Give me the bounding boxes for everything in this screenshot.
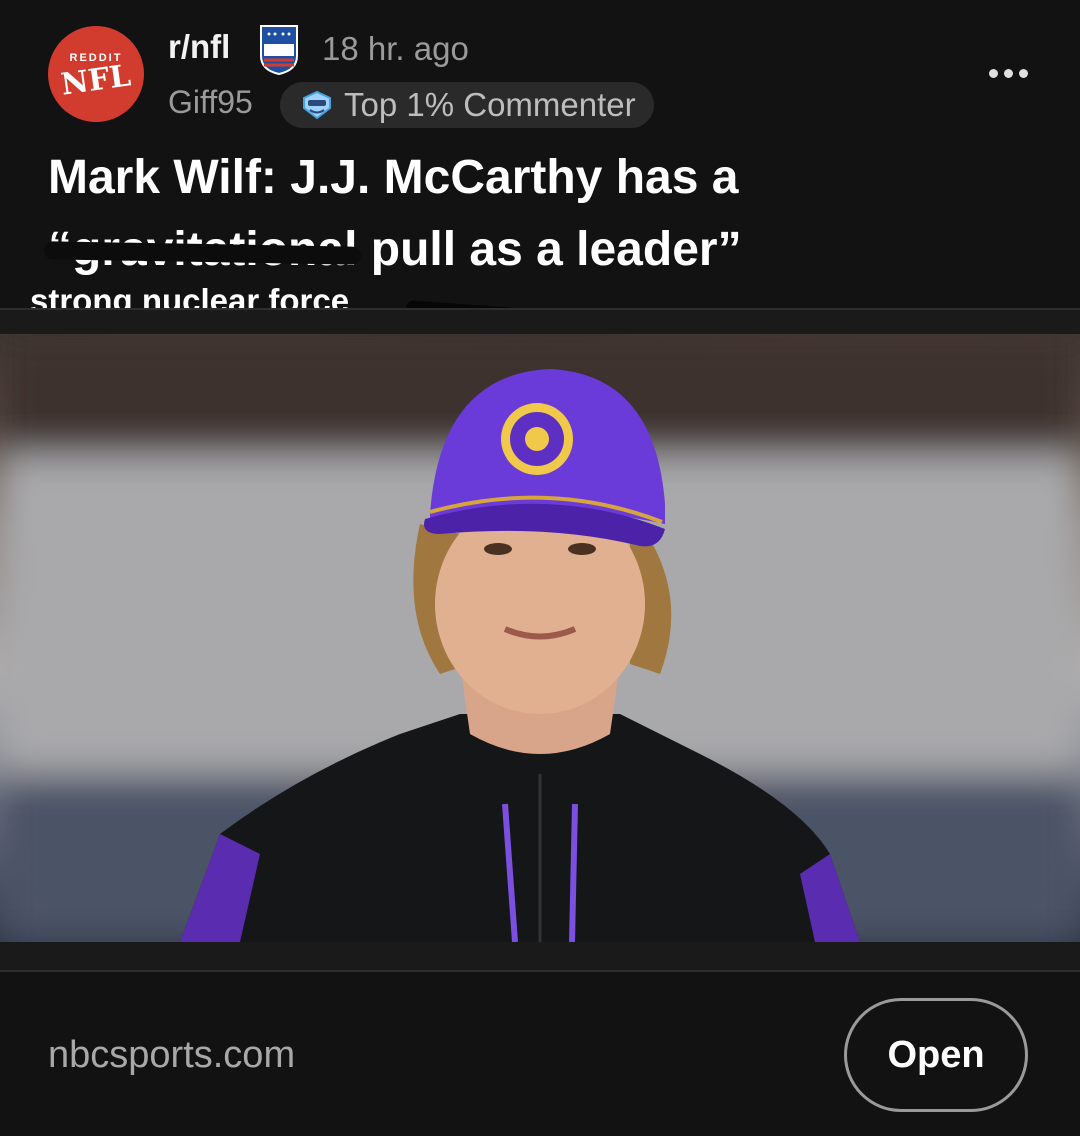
post-image[interactable] [0, 334, 1080, 942]
more-options-button[interactable] [978, 58, 1038, 88]
title-line-1: Mark Wilf: J.J. McCarthy has a [48, 151, 739, 204]
more-dot [1018, 68, 1028, 78]
nfl-shield-icon [260, 25, 298, 76]
player-photo [0, 334, 1080, 942]
commenter-badge-icon [303, 90, 331, 120]
subreddit-name[interactable]: r/nfl [168, 28, 230, 66]
title-line-2: “gravitational pull as a leader” [43, 214, 1008, 286]
more-dots-icon [988, 68, 998, 78]
post-title[interactable]: Mark Wilf: J.J. McCarthy has a “gravitat… [43, 142, 1008, 286]
avatar-big-text: NFL [58, 57, 133, 103]
author-username[interactable]: Giff95 [168, 84, 253, 121]
flair-label: Top 1% Commenter [344, 86, 636, 123]
title-rest: pull as a leader” [357, 223, 742, 276]
post-time: 18 hr. ago [322, 30, 469, 67]
open-link-button[interactable]: Open [844, 998, 1028, 1112]
struck-word: “gravitational [43, 214, 362, 286]
more-dot [1003, 68, 1013, 78]
subreddit-avatar[interactable]: REDDIT NFL [48, 26, 144, 122]
link-domain[interactable]: nbcsports.com [48, 1034, 295, 1077]
user-flair: Top 1% Commenter [280, 82, 654, 128]
open-button-label: Open [887, 1033, 985, 1076]
